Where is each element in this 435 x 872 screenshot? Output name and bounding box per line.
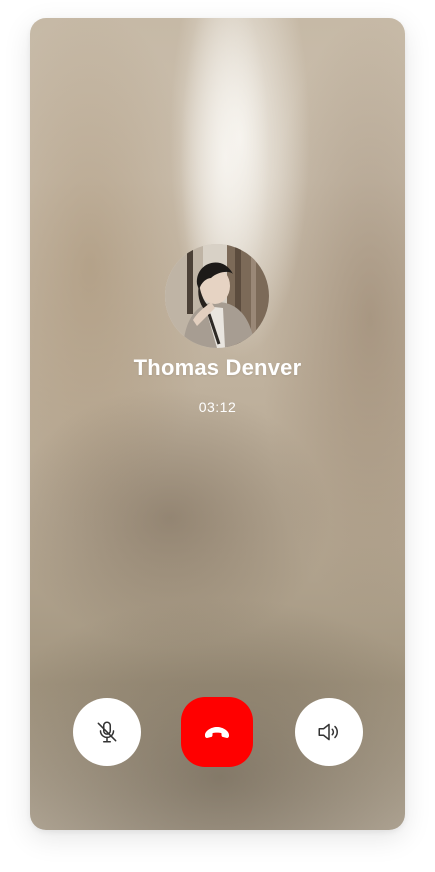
speaker-icon [318, 723, 338, 741]
microphone-off-icon [97, 721, 117, 743]
speaker-button[interactable] [295, 698, 363, 766]
caller-photo [165, 244, 269, 348]
caller-avatar [165, 244, 269, 348]
call-duration: 03:12 [198, 399, 237, 415]
phone-hangup-icon [205, 727, 229, 738]
end-call-button[interactable] [181, 697, 253, 767]
caller-name: Thomas Denver [133, 355, 302, 380]
call-screen: Thomas Denver 03:12 [30, 18, 405, 830]
mute-button[interactable] [73, 698, 141, 766]
